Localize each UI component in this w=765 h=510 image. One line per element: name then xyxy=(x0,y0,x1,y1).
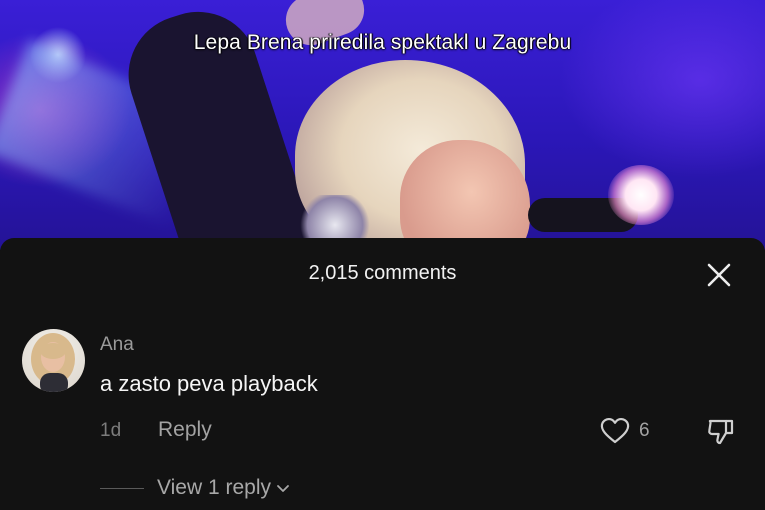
comment-timestamp: 1d xyxy=(100,420,122,441)
comment-text: a zasto peva playback xyxy=(100,371,318,396)
video-player[interactable]: Lepa Brena priredila spektakl u Zagrebu xyxy=(0,0,765,250)
comments-count-title: 2,015 comments xyxy=(308,262,457,284)
chevron-down-icon xyxy=(277,485,289,492)
replies-divider xyxy=(100,488,144,489)
heart-icon[interactable] xyxy=(598,414,632,448)
close-icon[interactable] xyxy=(704,260,734,290)
stage-light-flare xyxy=(608,165,674,225)
comment-username[interactable]: Ana xyxy=(100,334,134,356)
video-caption: Lepa Brena priredila spektakl u Zagrebu xyxy=(193,31,572,54)
view-replies-label: View 1 reply xyxy=(157,476,272,499)
comments-sheet: 2,015 comments Ana a zasto peva playback… xyxy=(0,238,765,510)
like-count: 6 xyxy=(639,420,650,441)
view-replies-button[interactable]: View 1 reply xyxy=(157,476,291,500)
reply-button[interactable]: Reply xyxy=(158,418,212,442)
thumbs-down-icon[interactable] xyxy=(704,414,738,448)
avatar[interactable] xyxy=(22,329,85,392)
